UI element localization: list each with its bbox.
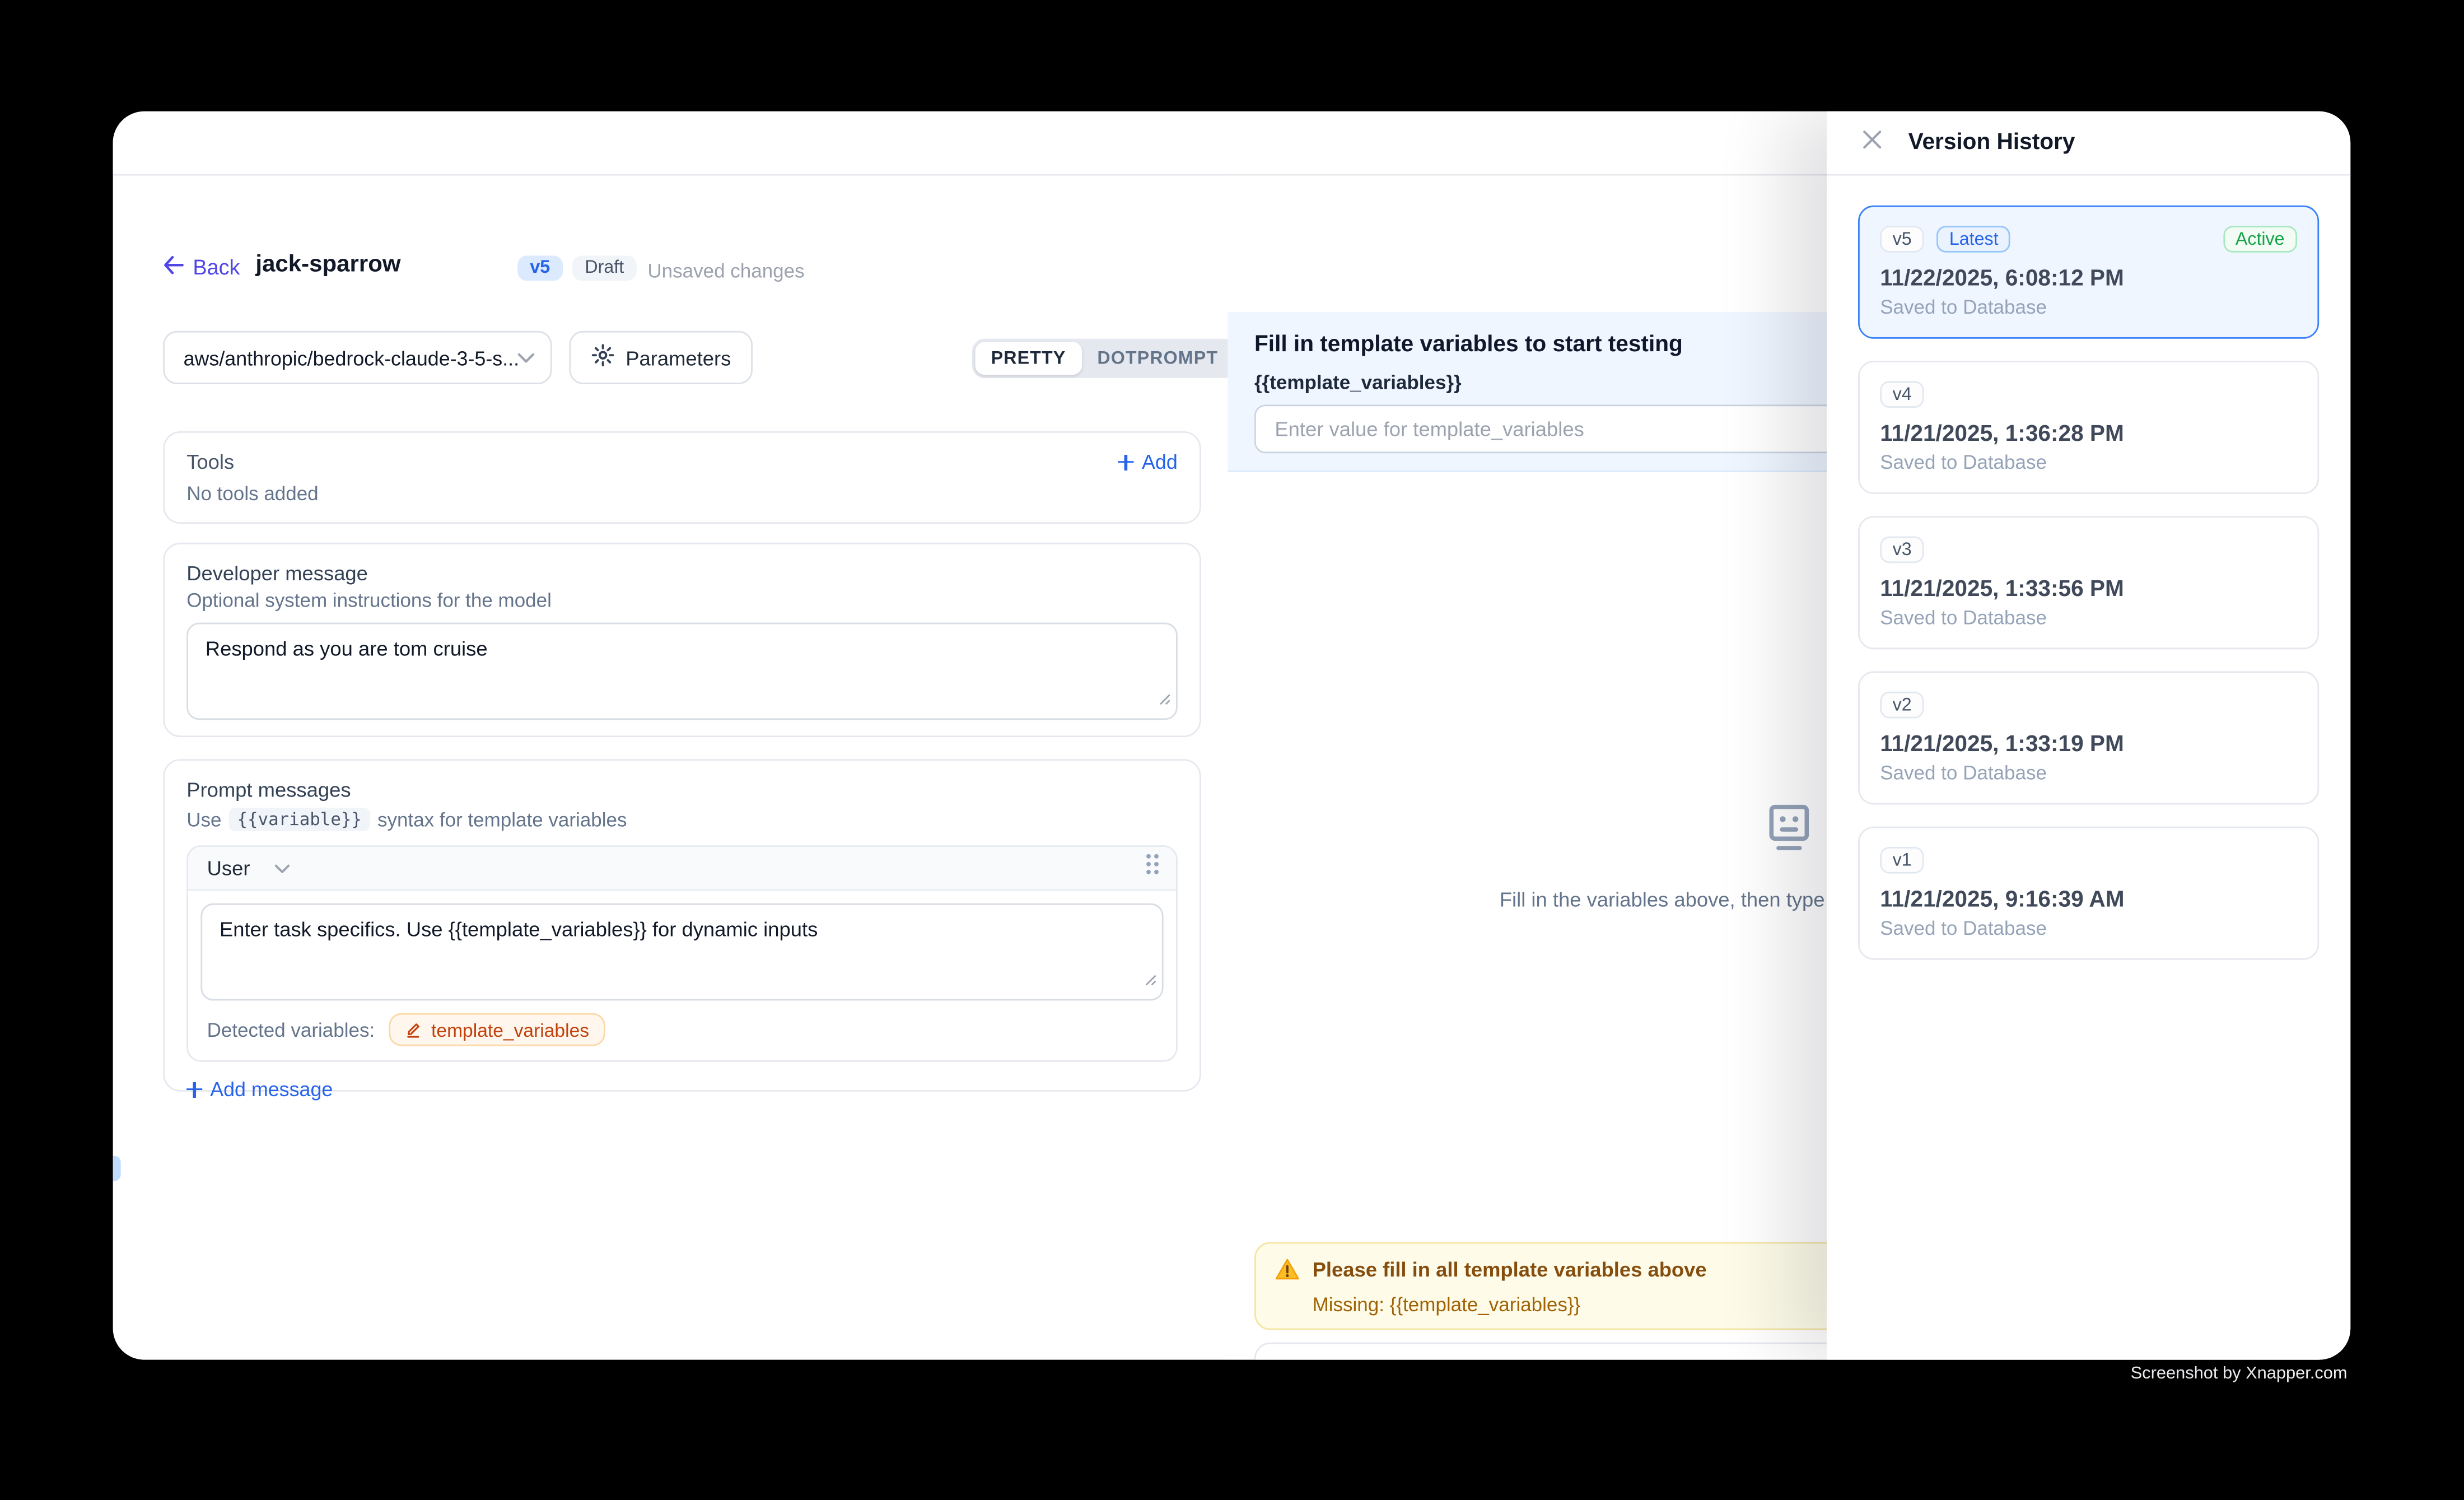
parameters-button[interactable]: Parameters: [569, 331, 753, 384]
warning-title: Please fill in all template variables ab…: [1313, 1258, 1707, 1282]
parameters-label: Parameters: [626, 346, 731, 369]
plus-icon: [1118, 454, 1134, 470]
robot-icon: [1761, 800, 1817, 864]
developer-message-subtitle: Optional system instructions for the mod…: [186, 590, 1178, 612]
prompt-messages-card: Prompt messages Use {{variable}} syntax …: [163, 759, 1201, 1092]
version-storage: Saved to Database: [1880, 762, 2297, 784]
message-header: User: [188, 847, 1176, 891]
version-card-v1[interactable]: v1 11/21/2025, 9:16:39 AM Saved to Datab…: [1858, 827, 2319, 960]
version-number-badge: v4: [1880, 381, 1924, 408]
gear-icon: [591, 343, 615, 371]
template-variable-chip-label: template_variables: [431, 1019, 589, 1041]
back-button[interactable]: Back: [163, 255, 240, 279]
version-storage: Saved to Database: [1880, 451, 2297, 473]
scroll-indicator: [113, 1156, 121, 1181]
version-timestamp: 11/21/2025, 9:16:39 AM: [1880, 888, 2297, 913]
version-card-v5[interactable]: v5 Latest Active 11/22/2025, 6:08:12 PM …: [1858, 206, 2319, 339]
version-storage: Saved to Database: [1880, 917, 2297, 939]
screenshot-stage: Back jack-sparrow v5 Draft Unsaved chang…: [0, 0, 2464, 1500]
version-card-v3[interactable]: v3 11/21/2025, 1:33:56 PM Saved to Datab…: [1858, 516, 2319, 649]
use-prefix: Use: [186, 808, 221, 830]
version-number-badge: v2: [1880, 692, 1924, 719]
version-timestamp: 11/21/2025, 1:36:28 PM: [1880, 422, 2297, 447]
pencil-icon: [404, 1021, 422, 1038]
latest-badge: Latest: [1936, 226, 2011, 253]
detected-variables-label: Detected variables:: [207, 1019, 375, 1041]
active-badge: Active: [2223, 226, 2297, 253]
resize-grip-icon[interactable]: [1145, 966, 1157, 994]
developer-message-value: Respond as you are tom cruise: [188, 624, 1176, 673]
variable-syntax-chip: {{variable}}: [229, 808, 370, 831]
message-textarea[interactable]: Enter task specifics. Use {{template_var…: [200, 903, 1163, 1001]
add-tool-label: Add: [1142, 450, 1178, 474]
page-title: jack-sparrow: [255, 251, 400, 278]
version-timestamp: 11/21/2025, 1:33:56 PM: [1880, 577, 2297, 602]
developer-message-card: Developer message Optional system instru…: [163, 543, 1201, 737]
add-message-button[interactable]: Add message: [186, 1078, 1178, 1101]
watermark-label: Screenshot by Xnapper.com: [2131, 1364, 2348, 1383]
version-history-title: Version History: [1908, 130, 2075, 155]
version-card-v4[interactable]: v4 11/21/2025, 1:36:28 PM Saved to Datab…: [1858, 361, 2319, 494]
version-number-badge: v5: [1880, 226, 1924, 253]
version-list: v5 Latest Active 11/22/2025, 6:08:12 PM …: [1827, 176, 2350, 1012]
message-value: Enter task specifics. Use {{template_var…: [202, 905, 1162, 954]
version-number-badge: v3: [1880, 537, 1924, 563]
plus-icon: [186, 1082, 202, 1097]
tools-title: Tools: [186, 450, 234, 474]
role-select[interactable]: User: [207, 856, 291, 880]
developer-message-textarea[interactable]: Respond as you are tom cruise: [186, 623, 1178, 720]
toggle-pretty[interactable]: PRETTY: [976, 342, 1082, 375]
version-storage: Saved to Database: [1880, 607, 2297, 629]
version-history-header: Version History: [1827, 111, 2350, 176]
prompt-messages-title: Prompt messages: [186, 778, 1178, 802]
back-label: Back: [193, 255, 240, 279]
toggle-dotprompt[interactable]: DOTPROMPT: [1081, 342, 1234, 375]
model-select[interactable]: aws/anthropic/bedrock-claude-3-5-s...: [163, 331, 552, 384]
version-timestamp: 11/22/2025, 6:08:12 PM: [1880, 267, 2297, 292]
template-variable-chip[interactable]: template_variables: [389, 1013, 605, 1046]
tools-empty-text: No tools added: [186, 483, 1178, 505]
format-toggle: PRETTY DOTPROMPT: [972, 339, 1237, 378]
add-message-label: Add message: [210, 1078, 333, 1101]
arrow-left-icon: [163, 255, 183, 279]
chevron-down-icon: [517, 343, 535, 371]
add-tool-button[interactable]: Add: [1118, 450, 1178, 474]
version-history-panel: Version History v5 Latest Active 11/22/2…: [1827, 111, 2350, 1360]
resize-grip-icon[interactable]: [1159, 686, 1171, 714]
drag-handle-icon[interactable]: [1145, 851, 1160, 884]
version-card-v2[interactable]: v2 11/21/2025, 1:33:19 PM Saved to Datab…: [1858, 671, 2319, 804]
close-icon[interactable]: [1861, 128, 1883, 157]
warning-icon: [1275, 1258, 1300, 1289]
role-label: User: [207, 856, 250, 880]
tools-card: Tools Add No tools added: [163, 431, 1201, 524]
chevron-down-icon: [275, 863, 291, 873]
prompt-message-block: User Enter task specifics. Use {{templat…: [186, 845, 1178, 1061]
version-storage: Saved to Database: [1880, 296, 2297, 318]
version-timestamp: 11/21/2025, 1:33:19 PM: [1880, 733, 2297, 758]
version-number-badge: v1: [1880, 847, 1924, 874]
use-suffix: syntax for template variables: [377, 808, 627, 830]
model-select-value: aws/anthropic/bedrock-claude-3-5-s...: [184, 346, 517, 369]
developer-message-title: Developer message: [186, 561, 1178, 585]
draft-badge: Draft: [572, 255, 637, 281]
unsaved-changes-label: Unsaved changes: [647, 260, 804, 282]
version-badge: v5: [517, 255, 563, 281]
